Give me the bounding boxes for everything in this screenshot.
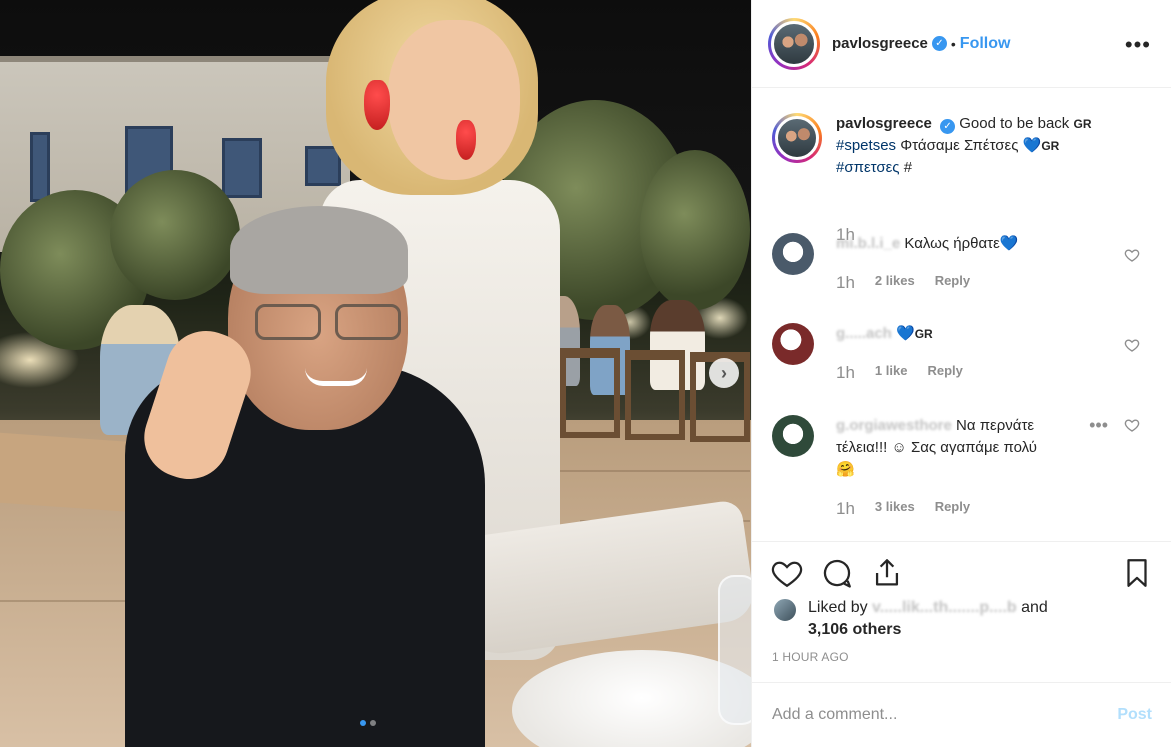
hug-emoji-icon: 🤗	[836, 461, 855, 478]
comment-more-icon[interactable]: •••	[1089, 415, 1108, 436]
commenter-username[interactable]: g.orgiawesthore	[836, 417, 952, 434]
carousel-next-button[interactable]: ›	[709, 358, 739, 388]
caption-text-greek: Φτάσαμε Σπέτσες	[900, 137, 1019, 154]
smile	[305, 368, 367, 386]
comment-item: mi.b.l.i_e Καλως ήρθατε💙 1h 2 likes Repl…	[772, 233, 1152, 303]
commenter-avatar[interactable]	[772, 323, 814, 365]
comment-time[interactable]: 1h	[836, 363, 855, 383]
like-comment-heart-icon[interactable]	[1124, 247, 1140, 263]
comment-text: τέλεια!!! ☺ Σας αγαπάμε πολύ	[836, 439, 1037, 456]
comment-text: Να περνάτε	[956, 417, 1035, 434]
blue-heart-icon: 💙	[1022, 137, 1042, 154]
earring	[364, 80, 390, 130]
wine-glass	[718, 575, 751, 725]
hashtag-link[interactable]: #σπετσες	[836, 159, 900, 176]
caption-username[interactable]: pavlosgreece	[836, 115, 932, 132]
likes-others-link[interactable]: 3,106 others	[808, 621, 901, 638]
post-timestamp[interactable]: 1 HOUR AGO	[772, 650, 849, 664]
comment-time[interactable]: 1h	[836, 273, 855, 293]
earring	[456, 120, 476, 160]
post-header: pavlosgreece ✓ • Follow •••	[752, 0, 1171, 88]
more-options-icon[interactable]: •••	[1125, 32, 1151, 58]
like-comment-heart-icon[interactable]	[1124, 337, 1140, 353]
comment-likes[interactable]: 1 like	[875, 363, 908, 383]
caption: pavlosgreece ✓ Good to be back GR #spets…	[772, 113, 1152, 244]
hashtag-link[interactable]: #spetses	[836, 137, 896, 154]
chair	[625, 350, 685, 440]
post-comment-button[interactable]: Post	[1117, 706, 1152, 724]
carousel-dot-active	[360, 720, 366, 726]
likes-prefix: Liked by	[808, 599, 868, 616]
action-bar	[752, 541, 1171, 601]
comments-list[interactable]: pavlosgreece ✓ Good to be back GR #spets…	[752, 89, 1171, 541]
comment-item: g.....ach 💙GR 1h 1 like Reply	[772, 323, 1152, 393]
blue-heart-icon: 💙	[896, 325, 915, 342]
house-window	[30, 132, 50, 202]
caption-trailing: #	[903, 159, 913, 176]
comment-likes[interactable]: 2 likes	[875, 273, 915, 293]
like-heart-icon[interactable]	[770, 556, 804, 590]
tree	[110, 170, 240, 300]
author-avatar[interactable]	[768, 17, 820, 70]
carousel-dot	[370, 720, 376, 726]
reply-button[interactable]: Reply	[935, 273, 970, 293]
reply-button[interactable]: Reply	[935, 499, 970, 519]
floor-tile-line	[560, 470, 750, 472]
chair	[560, 348, 620, 438]
liker-username[interactable]: v.....lik...th.......p....b	[872, 599, 1017, 616]
verified-badge-icon: ✓	[931, 36, 947, 51]
flag-gr: GR	[1041, 139, 1060, 153]
commenter-username[interactable]: mi.b.l.i_e	[836, 235, 900, 252]
verified-badge-icon: ✓	[940, 119, 956, 134]
comment-text: Καλως ήρθατε	[904, 235, 1000, 252]
follow-button[interactable]: Follow	[960, 35, 1011, 53]
flag-gr: GR	[914, 327, 933, 341]
tree	[640, 150, 750, 310]
caption-avatar[interactable]	[772, 113, 822, 163]
add-comment-input[interactable]	[772, 706, 1118, 724]
likes-and: and	[1021, 599, 1048, 616]
author-username[interactable]: pavlosgreece	[832, 35, 928, 52]
comment-bubble-icon[interactable]	[820, 556, 854, 590]
comment-likes[interactable]: 3 likes	[875, 499, 915, 519]
commenter-username[interactable]: g.....ach	[836, 325, 892, 342]
like-comment-heart-icon[interactable]	[1124, 417, 1140, 433]
woman-face	[388, 20, 520, 180]
add-comment-bar: Post	[752, 682, 1171, 747]
save-bookmark-icon[interactable]	[1120, 556, 1154, 590]
comment-meta: 1h 1 like Reply	[836, 363, 963, 383]
house-window	[222, 138, 262, 198]
chevron-right-icon: ›	[721, 362, 727, 383]
post-photo[interactable]: ›	[0, 0, 751, 747]
share-icon[interactable]	[870, 556, 904, 590]
glasses	[255, 304, 405, 342]
flag-gr: GR	[1073, 117, 1092, 131]
comment-time[interactable]: 1h	[836, 499, 855, 519]
reply-button[interactable]: Reply	[927, 363, 962, 383]
comment-item: g.orgiawesthore Να περνάτε τέλεια!!! ☺ Σ…	[772, 415, 1152, 525]
separator: •	[950, 35, 956, 52]
blue-heart-icon: 💙	[999, 235, 1019, 252]
commenter-avatar[interactable]	[772, 415, 814, 457]
carousel-dots	[360, 720, 376, 726]
man-hair	[230, 206, 408, 294]
commenter-avatar[interactable]	[772, 233, 814, 275]
post-side-panel: pavlosgreece ✓ • Follow ••• pavlosgreece…	[751, 0, 1171, 747]
comment-meta: 1h 3 likes Reply	[836, 499, 970, 519]
caption-text: Good to be back	[959, 115, 1070, 132]
comment-meta: 1h 2 likes Reply	[836, 273, 970, 293]
floor-tile-line	[0, 600, 130, 602]
liker-avatar[interactable]	[772, 597, 798, 623]
